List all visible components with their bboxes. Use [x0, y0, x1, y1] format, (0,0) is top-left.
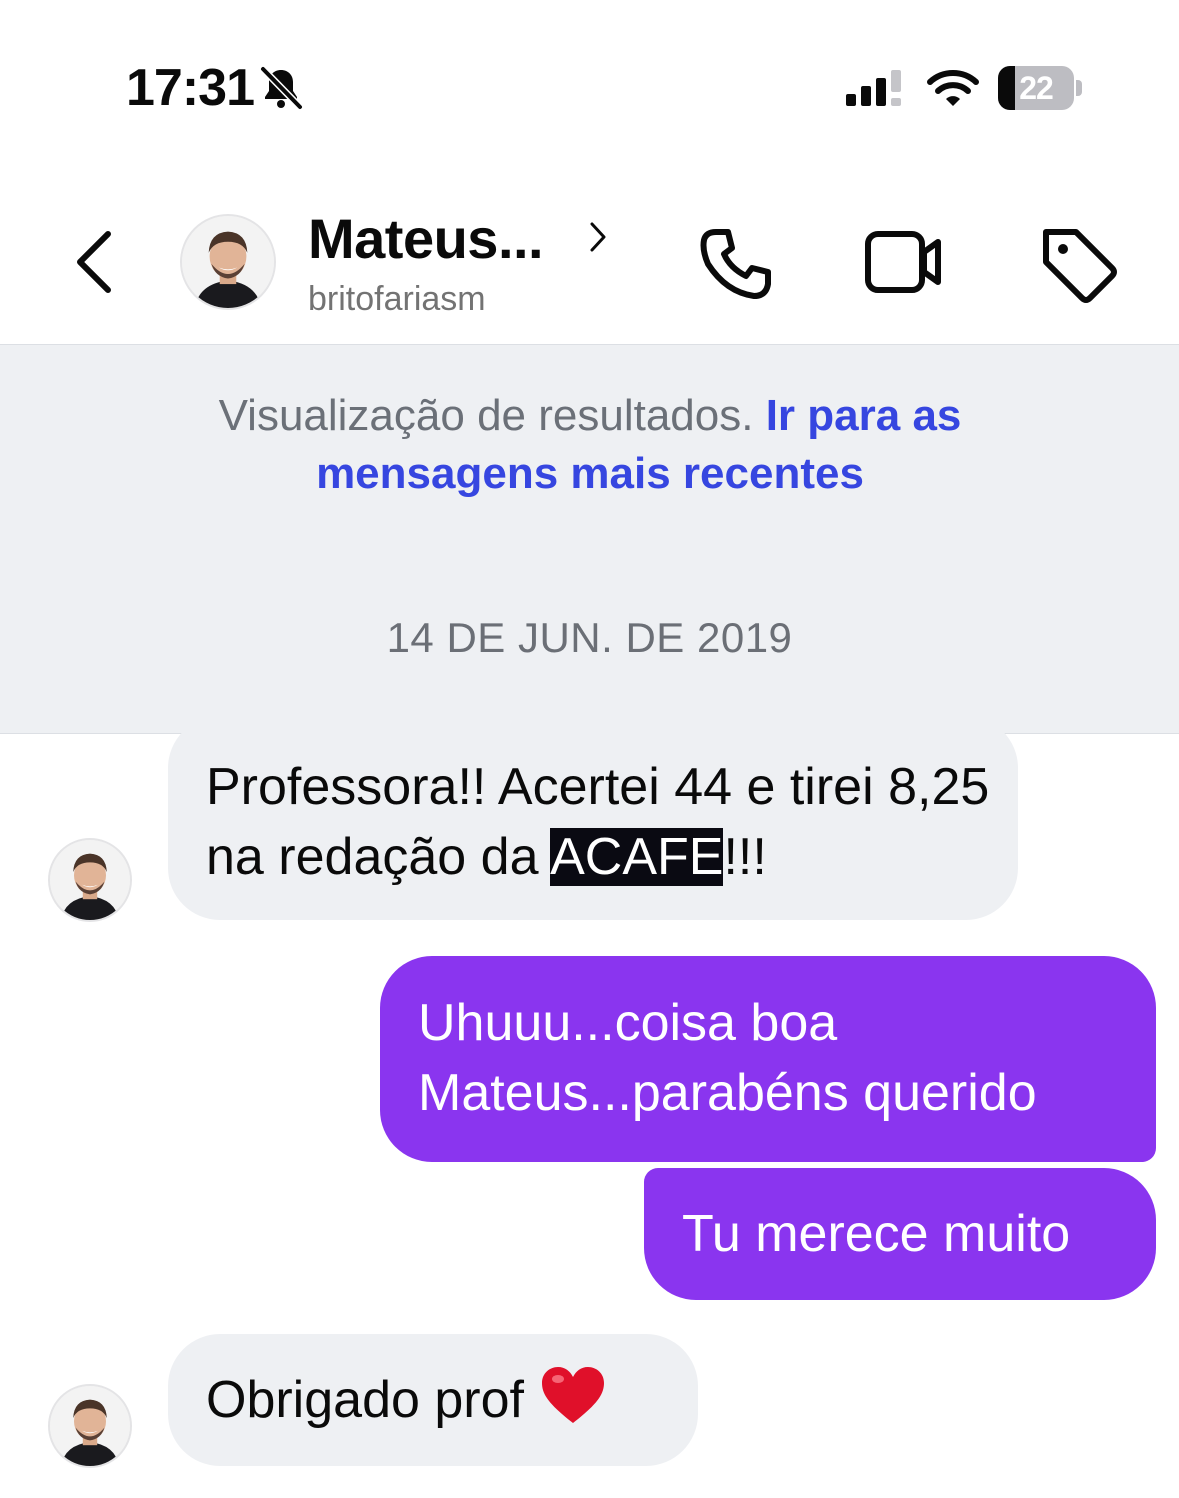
back-icon[interactable]: [68, 226, 124, 298]
banner-text: Visualização de resultados.: [218, 391, 754, 440]
contact-username[interactable]: britofariasm: [308, 280, 486, 319]
tag-icon[interactable]: [1036, 222, 1118, 304]
message-text: Tu merece muito: [682, 1205, 1071, 1263]
search-highlight: ACAFE: [550, 828, 724, 886]
heart-icon: [541, 1367, 604, 1423]
battery-indicator: 22: [998, 66, 1082, 110]
message-bubble-outgoing[interactable]: Uhuuu...coisa boa Mateus...parabéns quer…: [380, 956, 1156, 1162]
date-separator: 14 DE JUN. DE 2019: [386, 614, 793, 661]
message-text-line: Mateus...parabéns querido: [418, 1064, 1037, 1122]
status-time: 17:31: [126, 59, 255, 117]
phone-icon[interactable]: [696, 224, 776, 304]
message-text-end: !!!: [723, 828, 767, 886]
message-text: Obrigado prof: [206, 1371, 524, 1429]
message-bubble-incoming[interactable]: Professora!! Acertei 44 e tirei 8,25 na …: [168, 716, 1018, 920]
wifi-icon: [927, 70, 979, 106]
message-text-line: Uhuuu...coisa boa: [418, 994, 838, 1052]
battery-level: 22: [1019, 69, 1054, 106]
video-icon[interactable]: [864, 228, 944, 296]
message-bubble-incoming[interactable]: Obrigado prof: [168, 1334, 698, 1466]
sender-avatar[interactable]: [48, 838, 132, 922]
bell-muted-icon: [260, 66, 303, 110]
cellular-signal-icon: [846, 70, 901, 106]
message-bubble-outgoing[interactable]: Tu merece muito: [644, 1168, 1156, 1300]
sender-avatar[interactable]: [48, 1384, 132, 1468]
search-results-banner: Visualização de resultados. Ir para as m…: [0, 344, 1179, 734]
contact-avatar[interactable]: [180, 214, 276, 310]
chat-screen: 17:31 22 Mateus... britofariasm Visualiz…: [0, 0, 1179, 1498]
chevron-right-icon[interactable]: [586, 218, 610, 256]
contact-name[interactable]: Mateus...: [308, 206, 544, 271]
